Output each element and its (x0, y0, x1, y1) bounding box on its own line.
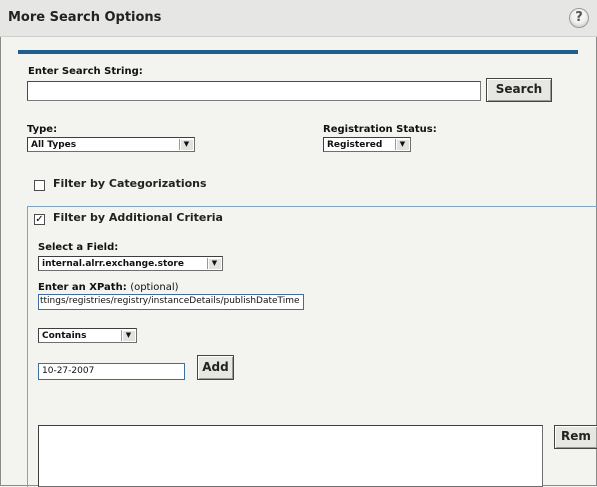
type-label: Type: (27, 124, 58, 135)
field-select[interactable]: internal.alrr.exchange.store ▼ (38, 256, 223, 271)
additional-criteria-checkbox[interactable]: ✓ (34, 214, 45, 225)
chevron-down-icon[interactable]: ▼ (207, 258, 221, 269)
criteria-list[interactable] (38, 425, 543, 487)
search-string-label: Enter Search String: (28, 66, 143, 77)
operator-select[interactable]: Contains ▼ (38, 328, 137, 343)
categorizations-label: Filter by Categorizations (53, 177, 207, 190)
registration-status-select[interactable]: Registered ▼ (323, 137, 411, 152)
xpath-label: Enter an XPath: (optional) (38, 282, 179, 293)
search-string-input[interactable] (27, 81, 481, 101)
xpath-label-text: Enter an XPath: (38, 282, 127, 293)
type-selected-value: All Types (31, 140, 77, 150)
xpath-optional-hint: (optional) (130, 282, 179, 293)
registration-status-label: Registration Status: (323, 124, 437, 135)
registration-status-selected-value: Registered (327, 140, 383, 150)
type-select[interactable]: All Types ▼ (27, 137, 195, 152)
additional-criteria-label: Filter by Additional Criteria (53, 211, 223, 224)
chevron-down-icon[interactable]: ▼ (395, 139, 409, 150)
categorizations-checkbox[interactable] (34, 180, 45, 191)
remove-button[interactable]: Rem (554, 425, 597, 449)
search-button[interactable]: Search (486, 78, 552, 102)
section-divider (18, 50, 578, 54)
page-title: More Search Options (8, 10, 162, 25)
criteria-value-input[interactable]: 10-27-2007 (38, 363, 185, 380)
operator-selected-value: Contains (42, 331, 87, 341)
select-field-label: Select a Field: (38, 242, 119, 253)
chevron-down-icon[interactable]: ▼ (179, 139, 193, 150)
xpath-input[interactable]: ttings/registries/registry/instanceDetai… (38, 294, 304, 310)
chevron-down-icon[interactable]: ▼ (121, 330, 135, 341)
title-bar: More Search Options ? (0, 0, 597, 37)
add-button[interactable]: Add (197, 355, 234, 380)
field-selected-value: internal.alrr.exchange.store (42, 259, 184, 269)
help-icon[interactable]: ? (569, 8, 589, 28)
